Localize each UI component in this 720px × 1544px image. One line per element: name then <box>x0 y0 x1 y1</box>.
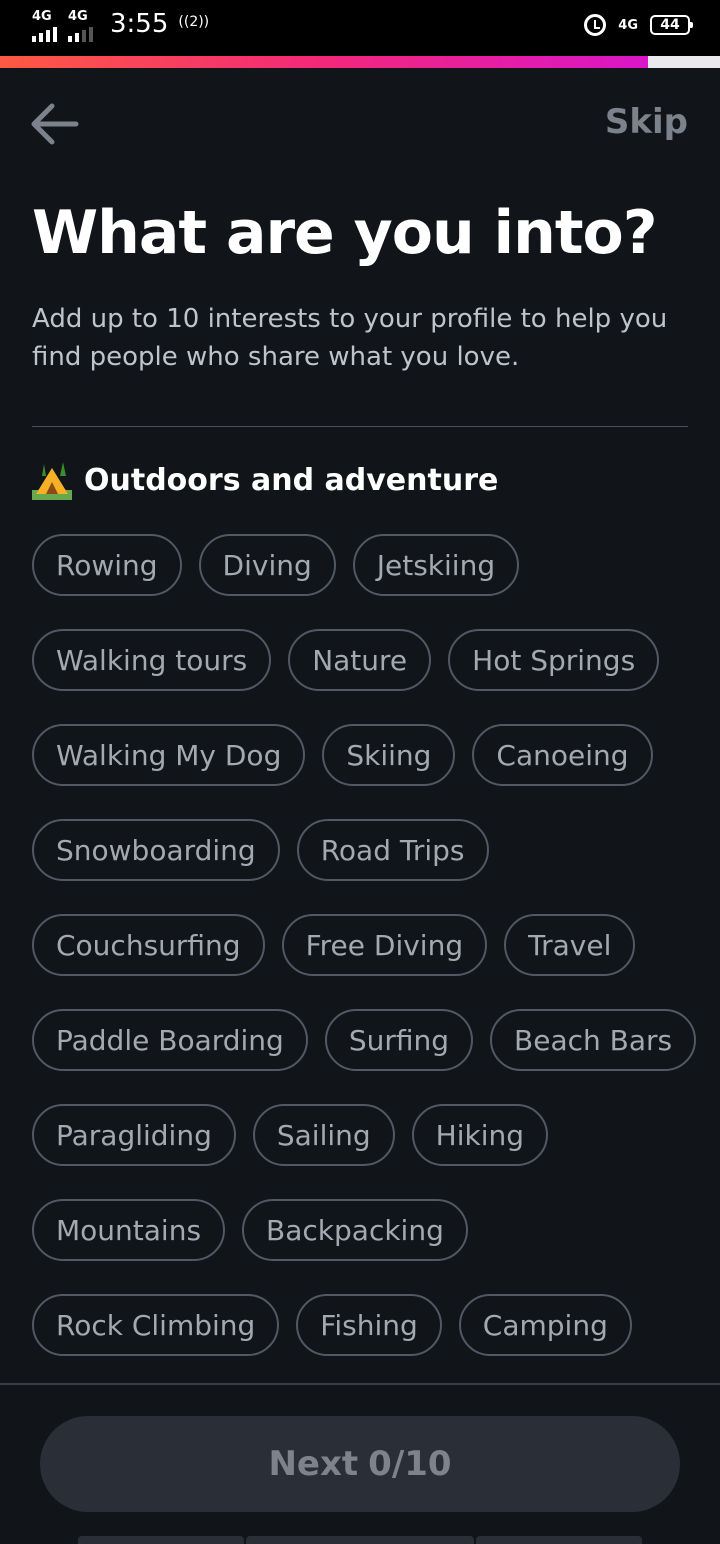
nav-bar-hint <box>246 1536 474 1544</box>
interest-chip[interactable]: Fishing <box>296 1294 442 1356</box>
next-button-label: Next <box>268 1444 359 1484</box>
bottom-divider <box>0 1383 720 1385</box>
interest-chip[interactable]: Camping <box>458 1294 632 1356</box>
interest-chip[interactable]: Couchsurfing <box>32 914 265 976</box>
interest-chip[interactable]: Hot Springs <box>448 629 660 691</box>
interest-chip[interactable]: Nature <box>288 629 432 691</box>
clock: 3:55 <box>110 9 169 39</box>
chip-row: Snowboarding Road Trips <box>32 819 702 881</box>
interest-chip-list: Rowing Diving Jetskiing Walking tours Nature… <box>32 534 702 1389</box>
camping-tent-icon <box>32 462 72 500</box>
interest-chip[interactable]: Snowboarding <box>32 819 280 881</box>
hotspot-icon: ((2)) <box>178 14 210 30</box>
interest-chip[interactable]: Jetskiing <box>352 534 520 596</box>
interest-chip[interactable]: Paddle Boarding <box>32 1009 308 1071</box>
chip-row: Couchsurfing Free Diving Travel <box>32 914 702 976</box>
status-left: 4G 4G 3:55 ((2)) <box>32 9 210 44</box>
interest-chip[interactable]: Mountains <box>32 1199 226 1261</box>
lte-icon: 4G <box>618 17 638 33</box>
interest-chip[interactable]: Beach Bars <box>490 1009 697 1071</box>
interest-chip[interactable]: Travel <box>504 914 636 976</box>
skip-button[interactable]: Skip <box>605 102 688 142</box>
chip-row: Rowing Diving Jetskiing <box>32 534 702 596</box>
interest-chip[interactable]: Backpacking <box>242 1199 468 1261</box>
page-title: What are you into? <box>32 198 658 268</box>
interest-chip[interactable]: Skiing <box>322 724 456 786</box>
network-type-label: 4G <box>68 9 88 24</box>
interest-chip[interactable]: Walking My Dog <box>32 724 306 786</box>
selection-count: 0/10 <box>368 1444 452 1484</box>
signal-icon-sim1: 4G <box>32 9 62 42</box>
chip-row: Rock Climbing Fishing Camping <box>32 1294 702 1356</box>
chip-row: Walking tours Nature Hot Springs <box>32 629 702 691</box>
status-right: 4G 44 <box>584 14 693 36</box>
battery-icon: 44 <box>650 15 693 35</box>
page-subtitle: Add up to 10 interests to your profile t… <box>32 304 668 372</box>
chip-row: Paddle Boarding Surfing Beach Bars <box>32 1009 702 1071</box>
arrow-left-icon <box>31 103 79 145</box>
nav-bar-hint <box>476 1536 642 1544</box>
network-type-label: 4G <box>32 9 52 24</box>
next-button[interactable]: Next 0/10 <box>40 1416 680 1512</box>
onboarding-progress-bar <box>0 56 720 68</box>
interest-chip[interactable]: Diving <box>198 534 336 596</box>
interest-chip[interactable]: Paragliding <box>32 1104 236 1166</box>
divider <box>32 426 688 427</box>
interest-chip[interactable]: Walking tours <box>32 629 272 691</box>
interest-chip[interactable]: Hiking <box>411 1104 549 1166</box>
section-title: Outdoors and adventure <box>84 462 499 498</box>
interest-chip[interactable]: Free Diving <box>281 914 488 976</box>
status-bar: 4G 4G 3:55 ((2)) 4G 44 <box>0 0 720 56</box>
alarm-icon <box>584 14 607 36</box>
interest-chip[interactable]: Canoeing <box>472 724 653 786</box>
chip-row: Paragliding Sailing Hiking <box>32 1104 702 1166</box>
battery-level: 44 <box>660 17 680 33</box>
interest-chip[interactable]: Surfing <box>324 1009 474 1071</box>
chip-row: Walking My Dog Skiing Canoeing <box>32 724 702 786</box>
interest-chip[interactable]: Sailing <box>252 1104 395 1166</box>
section-header: Outdoors and adventure <box>32 460 498 500</box>
progress-fill <box>0 56 648 68</box>
interest-chip[interactable]: Rowing <box>32 534 182 596</box>
chip-row: Mountains Backpacking <box>32 1199 702 1261</box>
nav-bar-hint <box>78 1536 244 1544</box>
interest-chip[interactable]: Rock Climbing <box>32 1294 280 1356</box>
signal-icon-sim2: 4G <box>68 9 98 42</box>
back-button[interactable] <box>28 100 84 148</box>
interest-chip[interactable]: Road Trips <box>296 819 489 881</box>
